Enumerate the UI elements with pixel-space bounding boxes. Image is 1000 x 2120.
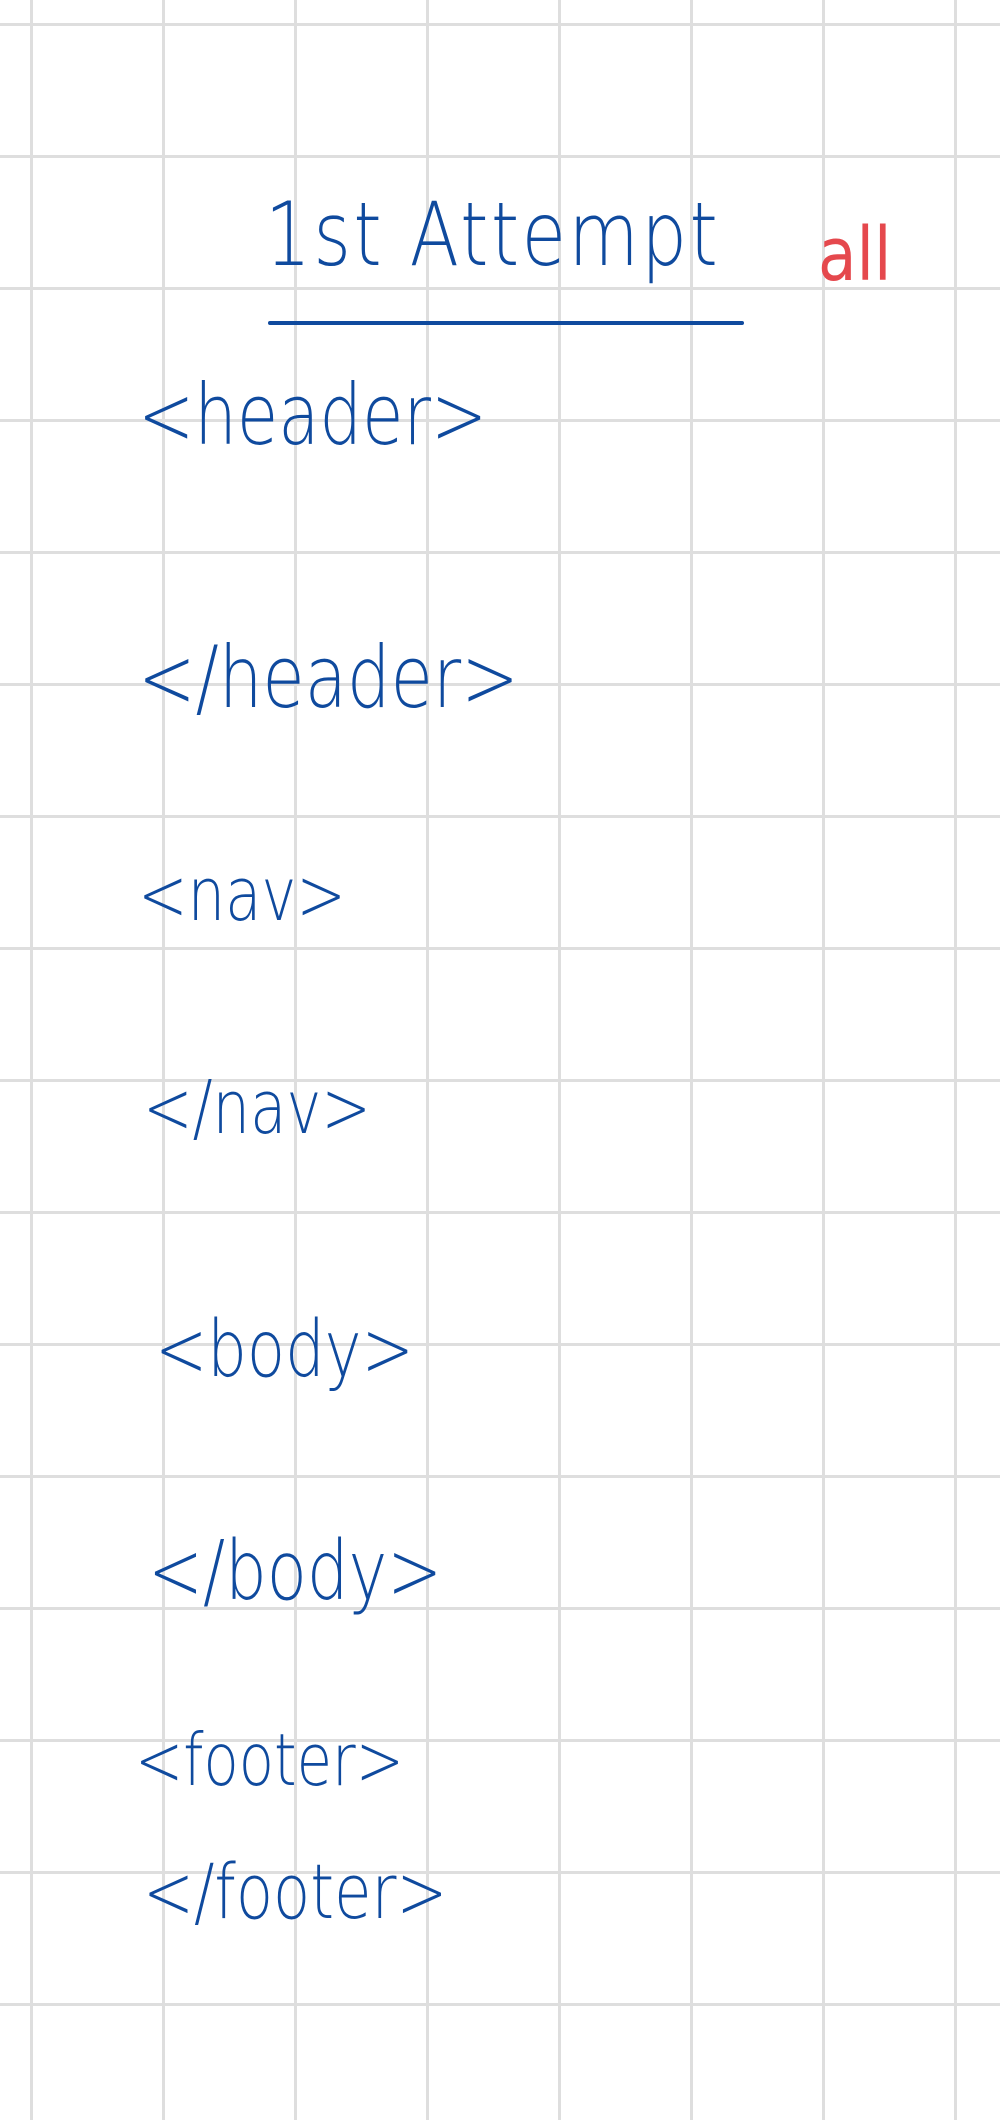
grid-paper-page: 1st Attempt all <header> </header> <nav>… xyxy=(0,0,1000,2120)
title-row: 1st Attempt xyxy=(265,180,820,310)
page-title: 1st Attempt xyxy=(265,183,721,286)
tag-footer-close: </footer> xyxy=(143,1847,448,1936)
tag-footer-open: <footer> xyxy=(135,1718,404,1802)
title-underline xyxy=(268,321,744,325)
tag-header-open: <header> xyxy=(138,366,488,464)
tag-body-close: </body> xyxy=(148,1524,443,1619)
tag-body-open: <body> xyxy=(155,1305,414,1395)
annotation-note: all xyxy=(818,212,892,298)
tag-nav-close: </nav> xyxy=(143,1065,371,1151)
tag-nav-open: <nav> xyxy=(138,852,347,938)
tag-header-close: </header> xyxy=(138,628,519,728)
